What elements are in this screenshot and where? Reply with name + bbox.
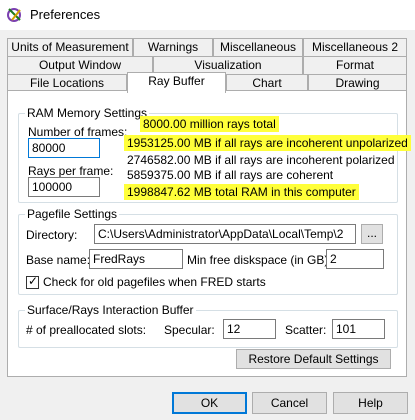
scatter-input[interactable]: 101 [332, 319, 385, 339]
check-old-pagefiles-label[interactable]: Check for old pagefiles when FRED starts [43, 275, 266, 289]
diskspace-input[interactable]: 2 [326, 249, 384, 269]
rays-per-frame-input[interactable]: 100000 [28, 177, 100, 197]
directory-label: Directory: [26, 228, 78, 242]
slots-label: # of preallocated slots: [26, 323, 147, 337]
diskspace-label: Min free diskspace (in GB): [187, 253, 332, 267]
title-bar: Preferences [0, 0, 415, 30]
scatter-label: Scatter: [285, 323, 327, 337]
tab-format[interactable]: Format [303, 56, 407, 74]
ram-memory-group-label: RAM Memory Settings [25, 106, 150, 120]
specular-input[interactable]: 12 [223, 319, 276, 339]
restore-defaults-button[interactable]: Restore Default Settings [236, 349, 391, 369]
window-title: Preferences [30, 7, 101, 22]
specular-label: Specular: [164, 323, 215, 337]
app-icon [7, 8, 21, 22]
coherent-text: 5859375.00 MB if all rays are coherent [127, 168, 334, 182]
check-old-pagefiles-checkbox[interactable]: ✓ [26, 274, 39, 289]
ray-buffer-panel: RAM Memory Settings Number of frames: 80… [7, 90, 411, 377]
basename-label: Base name: [26, 253, 91, 267]
cancel-button[interactable]: Cancel [252, 392, 327, 414]
tab-miscellaneous[interactable]: Miscellaneous [213, 38, 303, 56]
checkmark-icon: ✓ [28, 274, 39, 288]
frames-label: Number of frames: [28, 125, 128, 139]
ok-button[interactable]: OK [172, 392, 247, 414]
incoherent-polarized-text: 2746582.00 MB if all rays are incoherent… [127, 153, 395, 167]
tab-units-of-measurement[interactable]: Units of Measurement [7, 38, 133, 56]
rays-per-frame-label: Rays per frame: [28, 164, 114, 178]
rays-total-text: 8000.00 million rays total [140, 116, 279, 132]
help-button[interactable]: Help [333, 392, 408, 414]
interaction-buffer-group-label: Surface/Rays Interaction Buffer [25, 303, 196, 317]
directory-input[interactable]: C:\Users\Administrator\AppData\Local\Tem… [94, 224, 356, 244]
incoherent-unpolarized-text: 1953125.00 MB if all rays are incoherent… [124, 135, 411, 151]
basename-input[interactable]: FredRays [89, 249, 183, 269]
browse-button[interactable]: ... [361, 224, 383, 244]
total-ram-text: 1998847.62 MB total RAM in this computer [124, 184, 359, 200]
tab-miscellaneous-2[interactable]: Miscellaneous 2 [303, 38, 407, 56]
tab-ray-buffer[interactable]: Ray Buffer [127, 72, 226, 93]
frames-input[interactable]: 80000 [28, 138, 100, 158]
pagefile-group-label: Pagefile Settings [25, 207, 120, 221]
tab-warnings[interactable]: Warnings [133, 38, 213, 56]
